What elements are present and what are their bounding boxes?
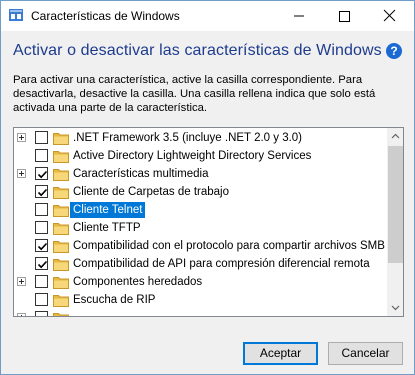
feature-label: Cliente TFTP bbox=[73, 222, 141, 234]
feature-row[interactable]: Cliente TFTP bbox=[14, 219, 388, 237]
feature-checkbox[interactable] bbox=[35, 203, 48, 216]
feature-row[interactable]: Cliente de Carpetas de trabajo bbox=[14, 183, 388, 201]
folder-icon bbox=[53, 241, 69, 253]
feature-label: Características multimedia bbox=[73, 168, 209, 180]
minimize-icon bbox=[294, 15, 304, 17]
checkmark-icon bbox=[37, 188, 48, 197]
feature-row[interactable]: Escucha de RIP bbox=[14, 291, 388, 309]
dialog-heading: Activar o desactivar las características… bbox=[13, 42, 382, 59]
feature-label: Compatibilidad con el protocolo para com… bbox=[73, 240, 385, 252]
feature-row[interactable]: Compatibilidad de API para compresión di… bbox=[14, 255, 388, 273]
help-icon[interactable]: ? bbox=[386, 43, 402, 59]
feature-checkbox[interactable] bbox=[35, 275, 48, 288]
feature-row[interactable] bbox=[14, 309, 388, 316]
instructions-text: Para activar una característica, active … bbox=[13, 74, 376, 114]
feature-row[interactable]: Características multimedia bbox=[14, 165, 388, 183]
checkmark-icon bbox=[37, 260, 48, 269]
chevron-up-icon bbox=[391, 133, 400, 139]
folder-icon bbox=[53, 223, 69, 235]
scroll-down-button[interactable] bbox=[387, 299, 403, 316]
feature-label: Componentes heredados bbox=[73, 276, 203, 288]
feature-checkbox[interactable] bbox=[35, 131, 48, 144]
feature-checkbox[interactable] bbox=[35, 167, 48, 180]
feature-checkbox[interactable] bbox=[35, 239, 48, 252]
cancel-button[interactable]: Cancelar bbox=[328, 342, 403, 365]
dialog-header: Activar o desactivar las características… bbox=[1, 31, 414, 69]
folder-icon bbox=[53, 295, 69, 307]
expand-icon[interactable] bbox=[17, 277, 26, 286]
chevron-down-icon bbox=[391, 305, 400, 311]
minimize-button[interactable] bbox=[276, 1, 321, 30]
folder-icon bbox=[53, 151, 69, 163]
checkmark-icon bbox=[37, 242, 48, 251]
folder-icon bbox=[53, 259, 69, 271]
feature-row[interactable]: Cliente Telnet bbox=[14, 201, 388, 219]
folder-icon bbox=[53, 169, 69, 181]
expand-icon[interactable] bbox=[17, 169, 26, 178]
feature-label: Cliente Telnet bbox=[70, 202, 146, 218]
scroll-thumb[interactable] bbox=[388, 146, 403, 263]
features-window: Características de Windows Activar o des… bbox=[0, 0, 415, 375]
checkmark-icon bbox=[37, 170, 48, 179]
folder-icon bbox=[53, 205, 69, 217]
folder-icon bbox=[53, 187, 69, 199]
feature-row[interactable]: .NET Framework 3.5 (incluye .NET 2.0 y 3… bbox=[14, 129, 388, 147]
feature-checkbox[interactable] bbox=[35, 221, 48, 234]
feature-checkbox[interactable] bbox=[35, 257, 48, 270]
maximize-icon bbox=[339, 11, 350, 22]
feature-row[interactable]: Compatibilidad con el protocolo para com… bbox=[14, 237, 388, 255]
feature-label: Escucha de RIP bbox=[73, 294, 156, 306]
vertical-scrollbar[interactable] bbox=[387, 128, 403, 316]
feature-label: Cliente de Carpetas de trabajo bbox=[73, 186, 229, 198]
folder-icon bbox=[53, 277, 69, 289]
close-icon bbox=[383, 9, 396, 22]
windows-features-icon bbox=[9, 9, 23, 21]
feature-checkbox[interactable] bbox=[35, 311, 48, 316]
feature-label: Active Directory Lightweight Directory S… bbox=[73, 150, 312, 162]
feature-checkbox[interactable] bbox=[35, 293, 48, 306]
accept-button[interactable]: Aceptar bbox=[243, 342, 318, 365]
scroll-up-button[interactable] bbox=[387, 128, 403, 145]
feature-label: .NET Framework 3.5 (incluye .NET 2.0 y 3… bbox=[73, 132, 303, 144]
window-title: Características de Windows bbox=[31, 9, 180, 23]
title-bar[interactable]: Características de Windows bbox=[1, 1, 414, 31]
expand-icon[interactable] bbox=[17, 313, 26, 316]
feature-checkbox[interactable] bbox=[35, 185, 48, 198]
folder-icon bbox=[53, 133, 69, 145]
features-tree[interactable]: .NET Framework 3.5 (incluye .NET 2.0 y 3… bbox=[13, 127, 404, 317]
feature-checkbox[interactable] bbox=[35, 149, 48, 162]
maximize-button[interactable] bbox=[321, 1, 366, 30]
expand-icon[interactable] bbox=[17, 133, 26, 142]
close-button[interactable] bbox=[367, 1, 412, 30]
feature-row[interactable]: Active Directory Lightweight Directory S… bbox=[14, 147, 388, 165]
feature-row[interactable]: Componentes heredados bbox=[14, 273, 388, 291]
folder-icon bbox=[53, 313, 69, 316]
feature-label: Compatibilidad de API para compresión di… bbox=[73, 258, 370, 270]
